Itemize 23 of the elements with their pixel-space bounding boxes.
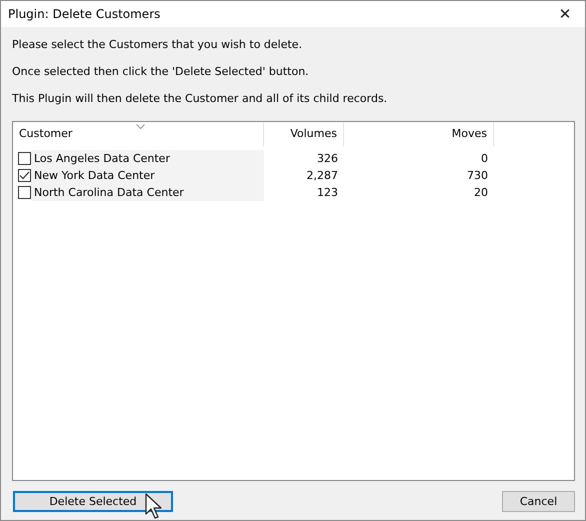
window-title: Plugin: Delete Customers	[8, 7, 160, 21]
table-cell: New York Data Center	[31, 167, 264, 184]
table-cell-text: 326	[316, 151, 339, 167]
column-header[interactable]: Customer	[13, 122, 264, 146]
table-cell: Los Angeles Data Center	[31, 150, 264, 167]
checkbox[interactable]	[18, 169, 31, 182]
instruction-text: This Plugin will then delete the Customer and all of its child records.	[12, 91, 388, 107]
delete-selected-button[interactable]: Delete Selected	[13, 491, 173, 512]
cancel-button[interactable]: Cancel	[502, 491, 575, 512]
table-cell-text: 730	[466, 168, 489, 184]
table-cell-text: 2,287	[306, 168, 339, 184]
checkbox[interactable]	[18, 152, 31, 165]
table-cell-text: 123	[316, 185, 339, 201]
table-cell: North Carolina Data Center	[31, 184, 264, 201]
checkbox[interactable]	[18, 186, 31, 199]
sort-chevron-icon	[136, 124, 145, 129]
table-cell-text: 0	[480, 151, 489, 167]
column-header[interactable]: Volumes	[264, 122, 344, 146]
instruction-text: Please select the Customers that you wish to delete.	[12, 37, 304, 53]
pointer-cursor-icon	[145, 493, 163, 520]
table-cell-text: 20	[473, 185, 489, 201]
column-header[interactable]: Moves	[344, 122, 494, 146]
instruction-text: Once selected then click the 'Delete Selected' button.	[12, 64, 310, 80]
